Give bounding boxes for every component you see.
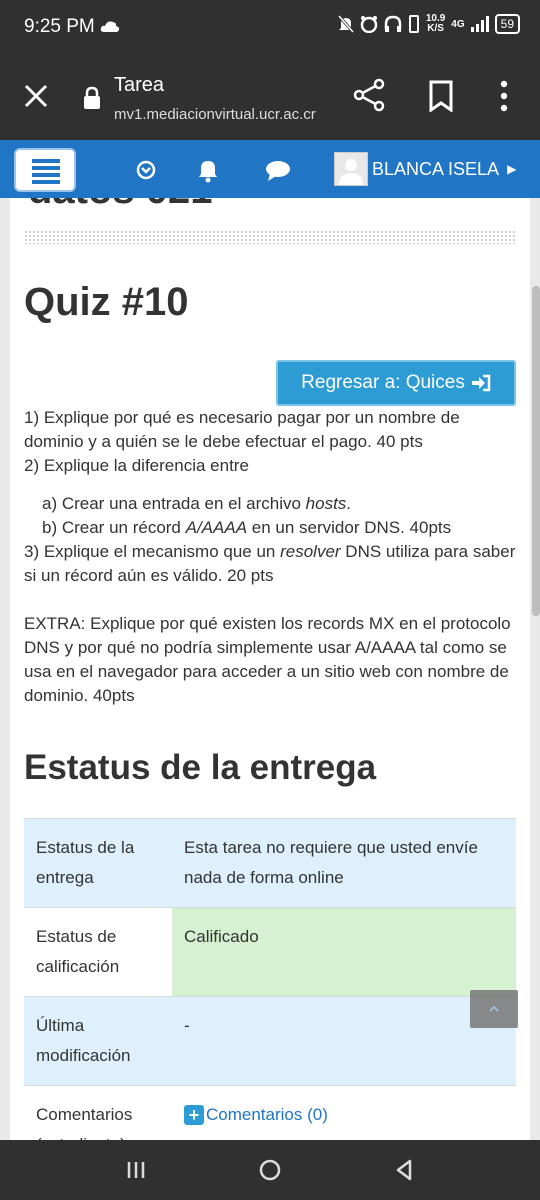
url-text[interactable]: mv1.mediacionvirtual.ucr.ac.cr [114, 106, 316, 123]
dotted-divider [24, 230, 516, 244]
notifications-bell-icon[interactable] [194, 156, 222, 184]
row-value: + Comentarios (0) [172, 1086, 516, 1140]
section-title-cut: datos 021 [28, 198, 213, 213]
row-value: Calificado [172, 908, 516, 996]
vibrate-icon [408, 15, 419, 33]
row-label: Estatus de la entrega [24, 819, 172, 907]
avatar [334, 152, 368, 186]
battery-indicator: 59 [494, 14, 520, 34]
sign-in-icon [471, 374, 491, 392]
menu-icon [32, 159, 60, 163]
question-extra: EXTRA: Explique por qué existen los reco… [24, 614, 511, 705]
user-name: BLANCA ISELA [372, 158, 500, 179]
signal-icon [470, 16, 489, 32]
quiz-title: Quiz #10 [24, 280, 189, 324]
menu-button[interactable] [14, 148, 76, 192]
headphones-icon [384, 15, 402, 32]
row-value: - [172, 997, 516, 1085]
table-row: Estatus de la entrega Esta tarea no requ… [24, 818, 516, 907]
row-label: Estatus de calificación [24, 908, 172, 996]
caret-right-icon: ▶ [507, 162, 517, 176]
back-button-label: Regresar a: Quices [301, 372, 465, 393]
user-menu[interactable]: BLANCA ISELA ▶ [334, 152, 516, 186]
lock-icon [84, 86, 100, 109]
assignment-description: 1) Explique por qué es necesario pagar p… [24, 406, 518, 708]
messages-chat-icon[interactable] [264, 156, 292, 184]
plus-icon: + [184, 1105, 204, 1125]
chevron-up-icon [489, 1005, 499, 1012]
row-label: Última modificación [24, 997, 172, 1085]
question-3: 3) Explique el mecanismo que un resolver… [24, 542, 516, 585]
mute-bell-icon [337, 15, 354, 33]
alarm-icon [360, 16, 378, 33]
question-2a: a) Crear una entrada en el archivo hosts… [42, 494, 352, 513]
status-bar: 9:25 PM 10.9 K/S 4G 59 [0, 0, 540, 56]
row-label: Comentarios (estudiante) [24, 1086, 172, 1140]
close-icon[interactable] [22, 82, 50, 110]
system-nav-bar [0, 1140, 540, 1200]
row-value: Esta tarea no requiere que usted envíe n… [172, 819, 516, 907]
status-heading: Estatus de la entrega [24, 748, 377, 787]
question-1: 1) Explique por qué es necesario pagar p… [24, 408, 460, 451]
recent-apps-icon[interactable] [122, 1156, 150, 1184]
page-title: Tarea [114, 74, 165, 96]
site-navbar: BLANCA ISELA ▶ [0, 140, 540, 198]
table-row: Comentarios (estudiante) + Comentarios (… [24, 1085, 516, 1140]
table-row: Última modificación - [24, 996, 516, 1085]
network-type: 4G [451, 18, 465, 30]
status-time: 9:25 PM [24, 16, 95, 37]
back-icon[interactable] [390, 1156, 418, 1184]
download-circle-icon[interactable] [132, 156, 160, 184]
back-to-quizzes-button[interactable]: Regresar a: Quices [276, 360, 516, 406]
bookmark-icon[interactable] [428, 80, 454, 112]
more-options-icon[interactable] [494, 80, 514, 112]
table-row: Estatus de calificación Calificado [24, 907, 516, 996]
scroll-to-top-button[interactable] [470, 990, 518, 1028]
share-icon[interactable] [352, 78, 386, 112]
status-icons: 10.9 K/S 4G 59 [337, 13, 520, 34]
page-scrollbar[interactable] [532, 286, 540, 616]
net-speed: 10.9 K/S [425, 13, 446, 34]
browser-toolbar: Tarea mv1.mediacionvirtual.ucr.ac.cr [0, 56, 540, 140]
user-silhouette-icon [339, 159, 363, 185]
question-2: 2) Explique la diferencia entre [24, 456, 249, 475]
cloud-icon [100, 21, 120, 32]
main-content: datos 021 Quiz #10 Regresar a: Quices 1)… [10, 198, 530, 1140]
submission-status-table: Estatus de la entrega Esta tarea no requ… [24, 818, 516, 1140]
home-icon[interactable] [256, 1156, 284, 1184]
question-2b: b) Crear un récord A/AAAA en un servidor… [42, 518, 452, 537]
comments-link[interactable]: + Comentarios (0) [184, 1100, 328, 1130]
